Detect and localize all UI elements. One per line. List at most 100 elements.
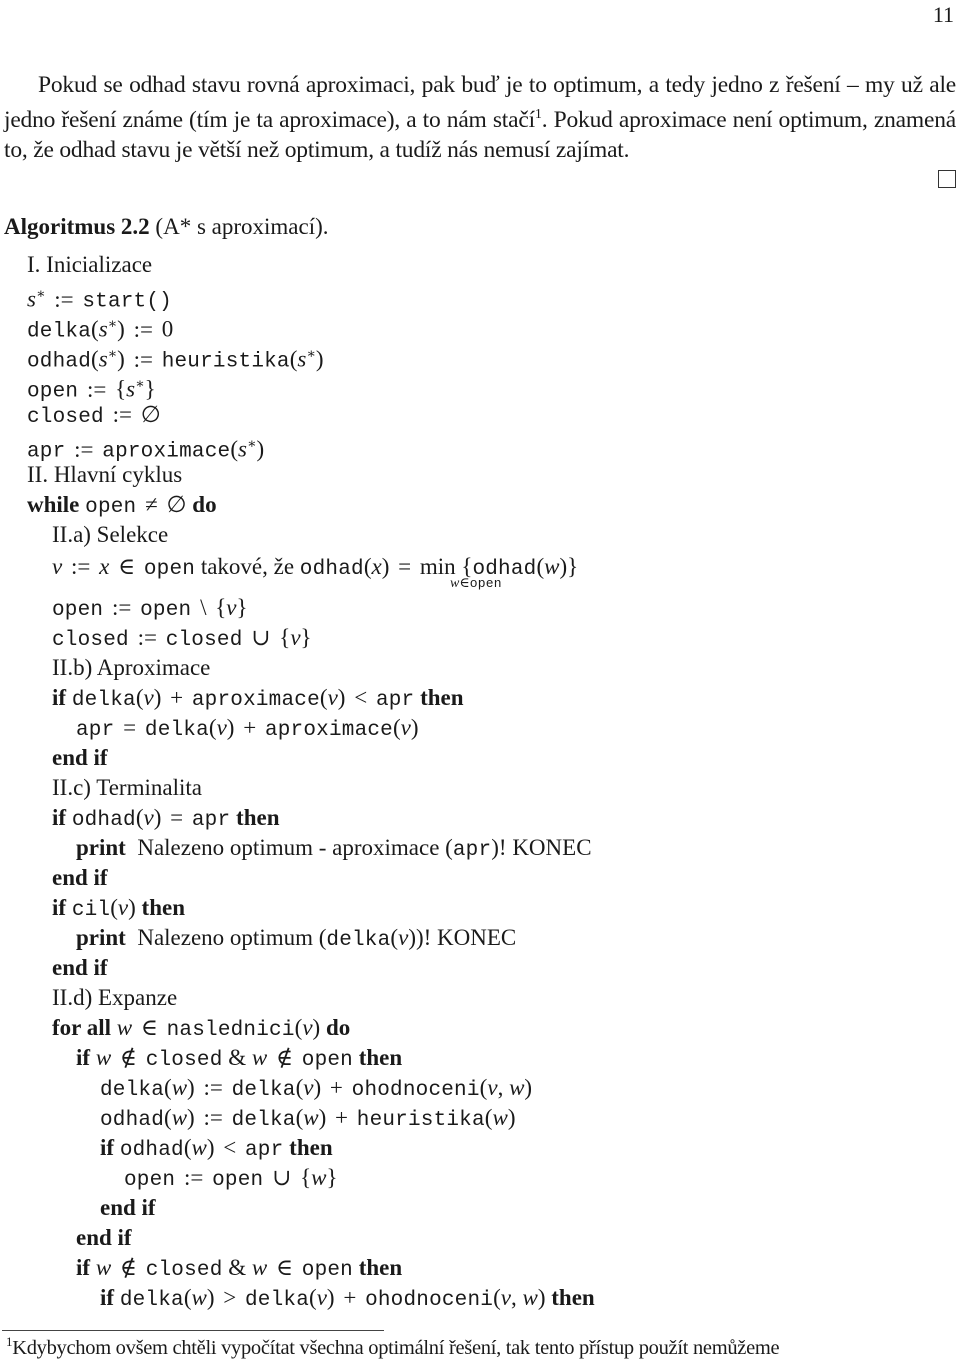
kw-if: if	[52, 805, 67, 830]
section-main-heading: II. Hlavní cyklus	[27, 461, 182, 489]
op-gt: >	[223, 1285, 237, 1310]
var-w: w	[544, 554, 560, 579]
var-apr: apr	[245, 1139, 284, 1162]
kw-end-if: end if	[52, 745, 108, 770]
algo-line: end if	[52, 744, 108, 772]
var-apr: apr	[452, 839, 492, 862]
fn-aproximace: aproximace	[264, 719, 393, 742]
var-s: s	[98, 316, 108, 342]
var-w: w	[191, 1285, 207, 1310]
op-assign: :=	[74, 436, 94, 462]
var-v: v	[52, 554, 63, 579]
var-s: s	[126, 376, 136, 402]
kw-for-all: for all	[52, 1015, 111, 1040]
var-open: open	[140, 599, 192, 622]
var-v: v	[143, 805, 154, 830]
op-plus: +	[170, 685, 184, 710]
var-apr: apr	[375, 689, 415, 712]
var-open: open	[85, 496, 137, 519]
algo-line: end if	[52, 954, 108, 982]
fn-delka: delka	[326, 929, 391, 952]
var-open: open	[301, 1259, 353, 1282]
var-w: w	[171, 1075, 188, 1100]
op-eq: =	[398, 554, 412, 579]
algo-line: end if	[76, 1224, 132, 1252]
var-v: v	[303, 1075, 314, 1100]
var-w: w	[522, 1285, 538, 1310]
var-s: s	[27, 286, 36, 312]
fn-delka: delka	[144, 719, 209, 742]
op-and: &	[228, 1255, 247, 1280]
footnote-text: Kdybychom ovšem chtěli vypočítat všechna…	[12, 1336, 780, 1359]
algo-line: if delka(v) + aproximace(v) < apr then	[52, 685, 464, 712]
var-open: open	[212, 1169, 264, 1192]
text-takove: takové, že	[200, 554, 295, 579]
algo-line: if w ∉ closed & w ∈ open then	[76, 1254, 402, 1285]
kw-end-if: end if	[100, 1195, 156, 1220]
var-w: w	[311, 1165, 327, 1190]
op-notin: ∉	[119, 1045, 137, 1070]
op-setminus: \	[200, 595, 207, 620]
op-assign: :=	[111, 595, 132, 620]
algo-line: for all w ∈ naslednici(v) do	[52, 1015, 351, 1042]
section-init-heading: I. Inicializace	[27, 251, 152, 279]
algo-line: closed := ∅	[27, 401, 161, 432]
var-v: v	[216, 715, 227, 740]
empty-set: ∅	[140, 402, 161, 427]
fn-odhad: odhad	[119, 1139, 184, 1162]
kw-if: if	[76, 1255, 91, 1280]
algorithm-label: Algoritmus 2.2	[4, 214, 150, 239]
op-assign: :=	[203, 1105, 223, 1130]
kw-if: if	[76, 1045, 91, 1070]
var-apr: apr	[76, 719, 115, 742]
var-open: open	[143, 558, 196, 581]
var-open: open	[124, 1169, 176, 1192]
fn-delka: delka	[71, 689, 136, 712]
op-and: &	[228, 1045, 247, 1070]
star: ∗	[107, 317, 118, 332]
var-v: v	[487, 1075, 498, 1100]
kw-end-if: end if	[52, 955, 108, 980]
op-plus: +	[335, 1105, 349, 1130]
var-s: s	[237, 436, 247, 462]
var-closed: closed	[165, 629, 243, 652]
var-w: w	[95, 1255, 112, 1280]
op-in: ∈	[275, 1255, 294, 1280]
algo-line: open := open \ {v}	[52, 595, 248, 622]
star: ∗	[246, 437, 257, 452]
fn-heuristika: heuristika	[356, 1109, 485, 1132]
section-selection-heading: II.a) Selekce	[52, 521, 168, 549]
op-plus: +	[329, 1075, 343, 1100]
heading-text: II. Hlavní cyklus	[27, 462, 183, 487]
var-open: open	[469, 576, 502, 591]
kw-then: then	[420, 685, 464, 710]
op-assign: :=	[137, 625, 157, 650]
kw-then: then	[358, 1255, 403, 1280]
var-closed: closed	[52, 629, 129, 652]
algo-line: print Nalezeno optimum - aproximace (apr…	[76, 834, 592, 865]
algo-line: apr = delka(v) + aproximace(v)	[76, 715, 419, 742]
kw-do: do	[325, 1015, 351, 1040]
kw-end-if: end if	[52, 865, 108, 890]
kw-then: then	[551, 1285, 595, 1310]
algo-line: odhad(w) := delka(w) + heuristika(w)	[100, 1105, 516, 1132]
star: ∗	[107, 347, 118, 362]
footnote-reference[interactable]: 1	[535, 107, 542, 122]
kw-then: then	[289, 1135, 333, 1160]
kw-if: if	[52, 895, 67, 920]
value-zero: 0	[161, 316, 174, 342]
fn-delka: delka	[100, 1079, 165, 1102]
section-aprox-heading: II.b) Aproximace	[52, 654, 210, 682]
print-text: Nalezeno optimum (	[137, 925, 327, 950]
op-assign: :=	[183, 1165, 204, 1190]
fn-delka: delka	[119, 1289, 184, 1312]
op-lt: <	[223, 1135, 237, 1160]
kw-while: while	[27, 492, 80, 517]
kw-then: then	[358, 1045, 403, 1070]
var-v: v	[226, 595, 237, 620]
var-v: v	[400, 715, 411, 740]
fn-naslednici: naslednici	[166, 1019, 295, 1042]
algo-line: end if	[100, 1194, 156, 1222]
op-eq: =	[170, 805, 184, 830]
kw-if: if	[100, 1285, 115, 1310]
